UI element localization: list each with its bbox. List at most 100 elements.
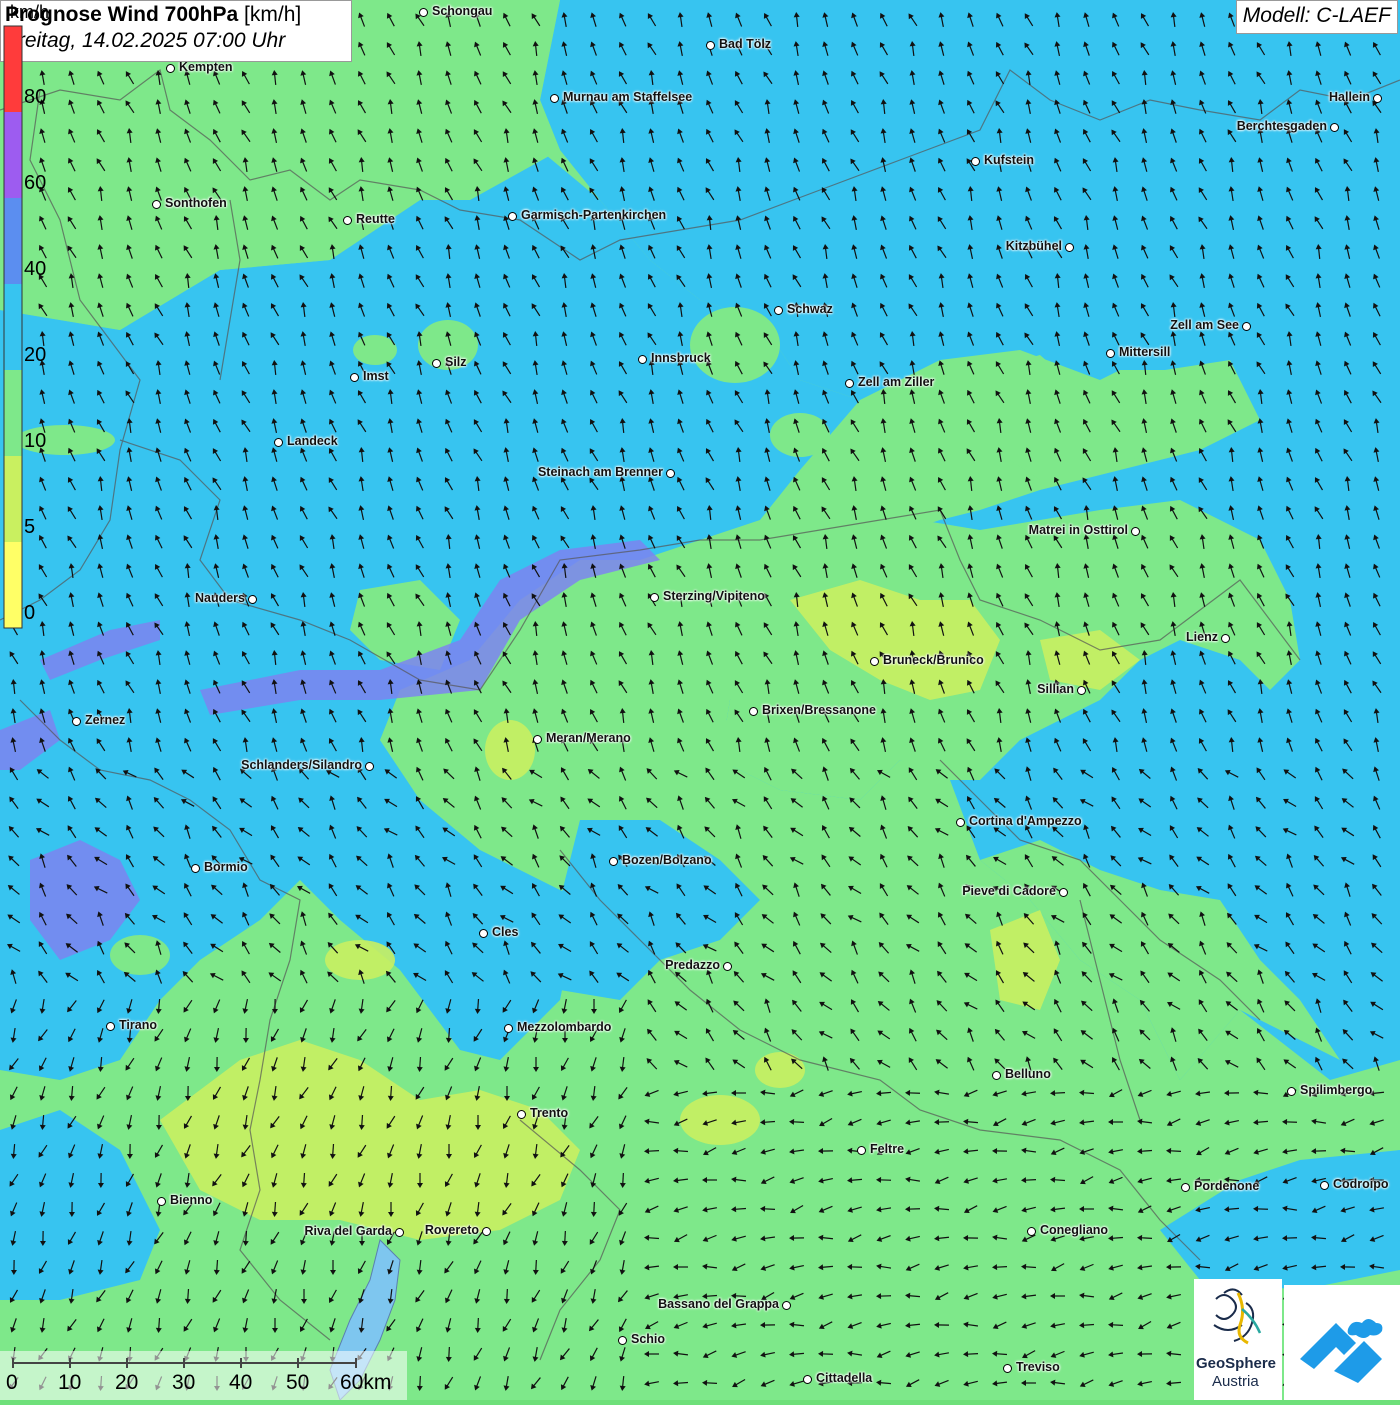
mountain-cloud-icon bbox=[1284, 1285, 1400, 1400]
city-label: Steinach am Brenner bbox=[538, 465, 663, 479]
city-label: Spilimbergo bbox=[1300, 1083, 1372, 1097]
band-10-sterzing bbox=[567, 578, 623, 622]
city-marker bbox=[479, 929, 488, 938]
city-label: Rovereto bbox=[425, 1223, 479, 1237]
city-marker bbox=[1065, 243, 1074, 252]
city-marker bbox=[723, 962, 732, 971]
city-label: Cles bbox=[492, 925, 518, 939]
city-label: Bad Tölz bbox=[719, 37, 771, 51]
geosphere-swirl-icon bbox=[1194, 1279, 1282, 1355]
city-label: Kitzbühel bbox=[1006, 239, 1062, 253]
city-marker bbox=[1106, 349, 1115, 358]
legend-band-40 bbox=[4, 198, 22, 284]
scale-label-60km: 60km bbox=[340, 1371, 391, 1395]
city-marker bbox=[1330, 123, 1339, 132]
legend-label-5: 5 bbox=[24, 516, 35, 539]
city-marker bbox=[72, 717, 81, 726]
city-label: Cittadella bbox=[816, 1371, 872, 1385]
city-label: Trento bbox=[530, 1106, 568, 1120]
city-marker bbox=[803, 1375, 812, 1384]
city-marker bbox=[1221, 634, 1230, 643]
wind-map bbox=[0, 0, 1400, 1400]
geosphere-logo[interactable]: GeoSphere Austria bbox=[1194, 1279, 1282, 1400]
city-label: Tirano bbox=[119, 1018, 157, 1032]
city-marker bbox=[870, 657, 879, 666]
city-label: Bienno bbox=[170, 1193, 212, 1207]
legend-band-20 bbox=[4, 284, 22, 370]
city-marker bbox=[1320, 1181, 1329, 1190]
scale-label-20: 20 bbox=[115, 1371, 138, 1395]
band-10-imst bbox=[353, 335, 397, 365]
city-marker bbox=[157, 1197, 166, 1206]
city-label: Treviso bbox=[1016, 1360, 1060, 1374]
city-marker bbox=[350, 373, 359, 382]
city-marker bbox=[857, 1146, 866, 1155]
legend-band-10 bbox=[4, 370, 22, 456]
city-marker bbox=[971, 157, 980, 166]
city-label: Schlanders/Silandro bbox=[241, 758, 362, 772]
city-marker bbox=[650, 593, 659, 602]
legend-band-80 bbox=[4, 26, 22, 112]
scale-label-40: 40 bbox=[229, 1371, 252, 1395]
legend-label-60: 60 bbox=[24, 172, 46, 195]
city-marker bbox=[152, 200, 161, 209]
city-marker bbox=[956, 818, 965, 827]
city-label: Imst bbox=[363, 369, 389, 383]
city-label: Berchtesgaden bbox=[1237, 119, 1327, 133]
city-marker bbox=[666, 469, 675, 478]
app-logo[interactable] bbox=[1284, 1285, 1400, 1400]
city-label: Brixen/Bressanone bbox=[762, 703, 876, 717]
scale-label-50: 50 bbox=[286, 1371, 309, 1395]
color-legend: km/h 80 60 40 20 10 5 0 bbox=[0, 0, 60, 630]
city-label: Bormio bbox=[204, 860, 248, 874]
city-label: Sterzing/Vipiteno bbox=[663, 589, 765, 603]
city-label: Riva del Garda bbox=[304, 1224, 392, 1238]
city-marker bbox=[106, 1022, 115, 1031]
city-label: Conegliano bbox=[1040, 1223, 1108, 1237]
legend-label-0: 0 bbox=[24, 602, 35, 625]
city-marker bbox=[432, 359, 441, 368]
city-label: Reutte bbox=[356, 212, 395, 226]
city-label: Mittersill bbox=[1119, 345, 1170, 359]
city-marker bbox=[248, 595, 257, 604]
city-label: Mezzolombardo bbox=[517, 1020, 611, 1034]
city-marker bbox=[1181, 1183, 1190, 1192]
city-marker bbox=[845, 379, 854, 388]
city-label: Pieve di Cadore bbox=[962, 884, 1056, 898]
city-label: Predazzo bbox=[665, 958, 720, 972]
city-marker bbox=[609, 857, 618, 866]
city-marker bbox=[419, 8, 428, 17]
city-marker bbox=[550, 94, 559, 103]
legend-band-60 bbox=[4, 112, 22, 198]
scale-label-10: 10 bbox=[58, 1371, 81, 1395]
city-label: Sonthofen bbox=[165, 196, 227, 210]
scale-bar: 0 10 20 30 40 50 60km bbox=[0, 1351, 407, 1400]
title-unit: [km/h] bbox=[244, 3, 301, 26]
city-label: Sillian bbox=[1037, 682, 1074, 696]
city-label: Innsbruck bbox=[651, 351, 711, 365]
city-marker bbox=[274, 438, 283, 447]
band-10-brenner bbox=[770, 413, 830, 457]
legend-band-0 bbox=[4, 542, 22, 628]
city-label: Bozen/Bolzano bbox=[622, 853, 712, 867]
city-marker bbox=[1059, 888, 1068, 897]
city-marker bbox=[638, 355, 647, 364]
city-marker bbox=[1287, 1087, 1296, 1096]
city-label: Landeck bbox=[287, 434, 338, 448]
city-label: Nauders bbox=[195, 591, 245, 605]
city-label: Schio bbox=[631, 1332, 665, 1346]
city-label: Schongau bbox=[432, 4, 492, 18]
city-label: Kufstein bbox=[984, 153, 1034, 167]
city-label: Hallein bbox=[1329, 90, 1370, 104]
geosphere-text: GeoSphere bbox=[1196, 1355, 1276, 1372]
city-marker bbox=[618, 1336, 627, 1345]
city-marker bbox=[517, 1110, 526, 1119]
city-label: Codroipo bbox=[1333, 1177, 1389, 1191]
band-10-innsbruck bbox=[690, 307, 780, 383]
city-label: Schwaz bbox=[787, 302, 833, 316]
band-5-predazzo bbox=[755, 1052, 805, 1088]
city-label: Zernez bbox=[85, 713, 125, 727]
city-label: Meran/Merano bbox=[546, 731, 631, 745]
legend-label-80: 80 bbox=[24, 86, 46, 109]
city-marker bbox=[782, 1301, 791, 1310]
